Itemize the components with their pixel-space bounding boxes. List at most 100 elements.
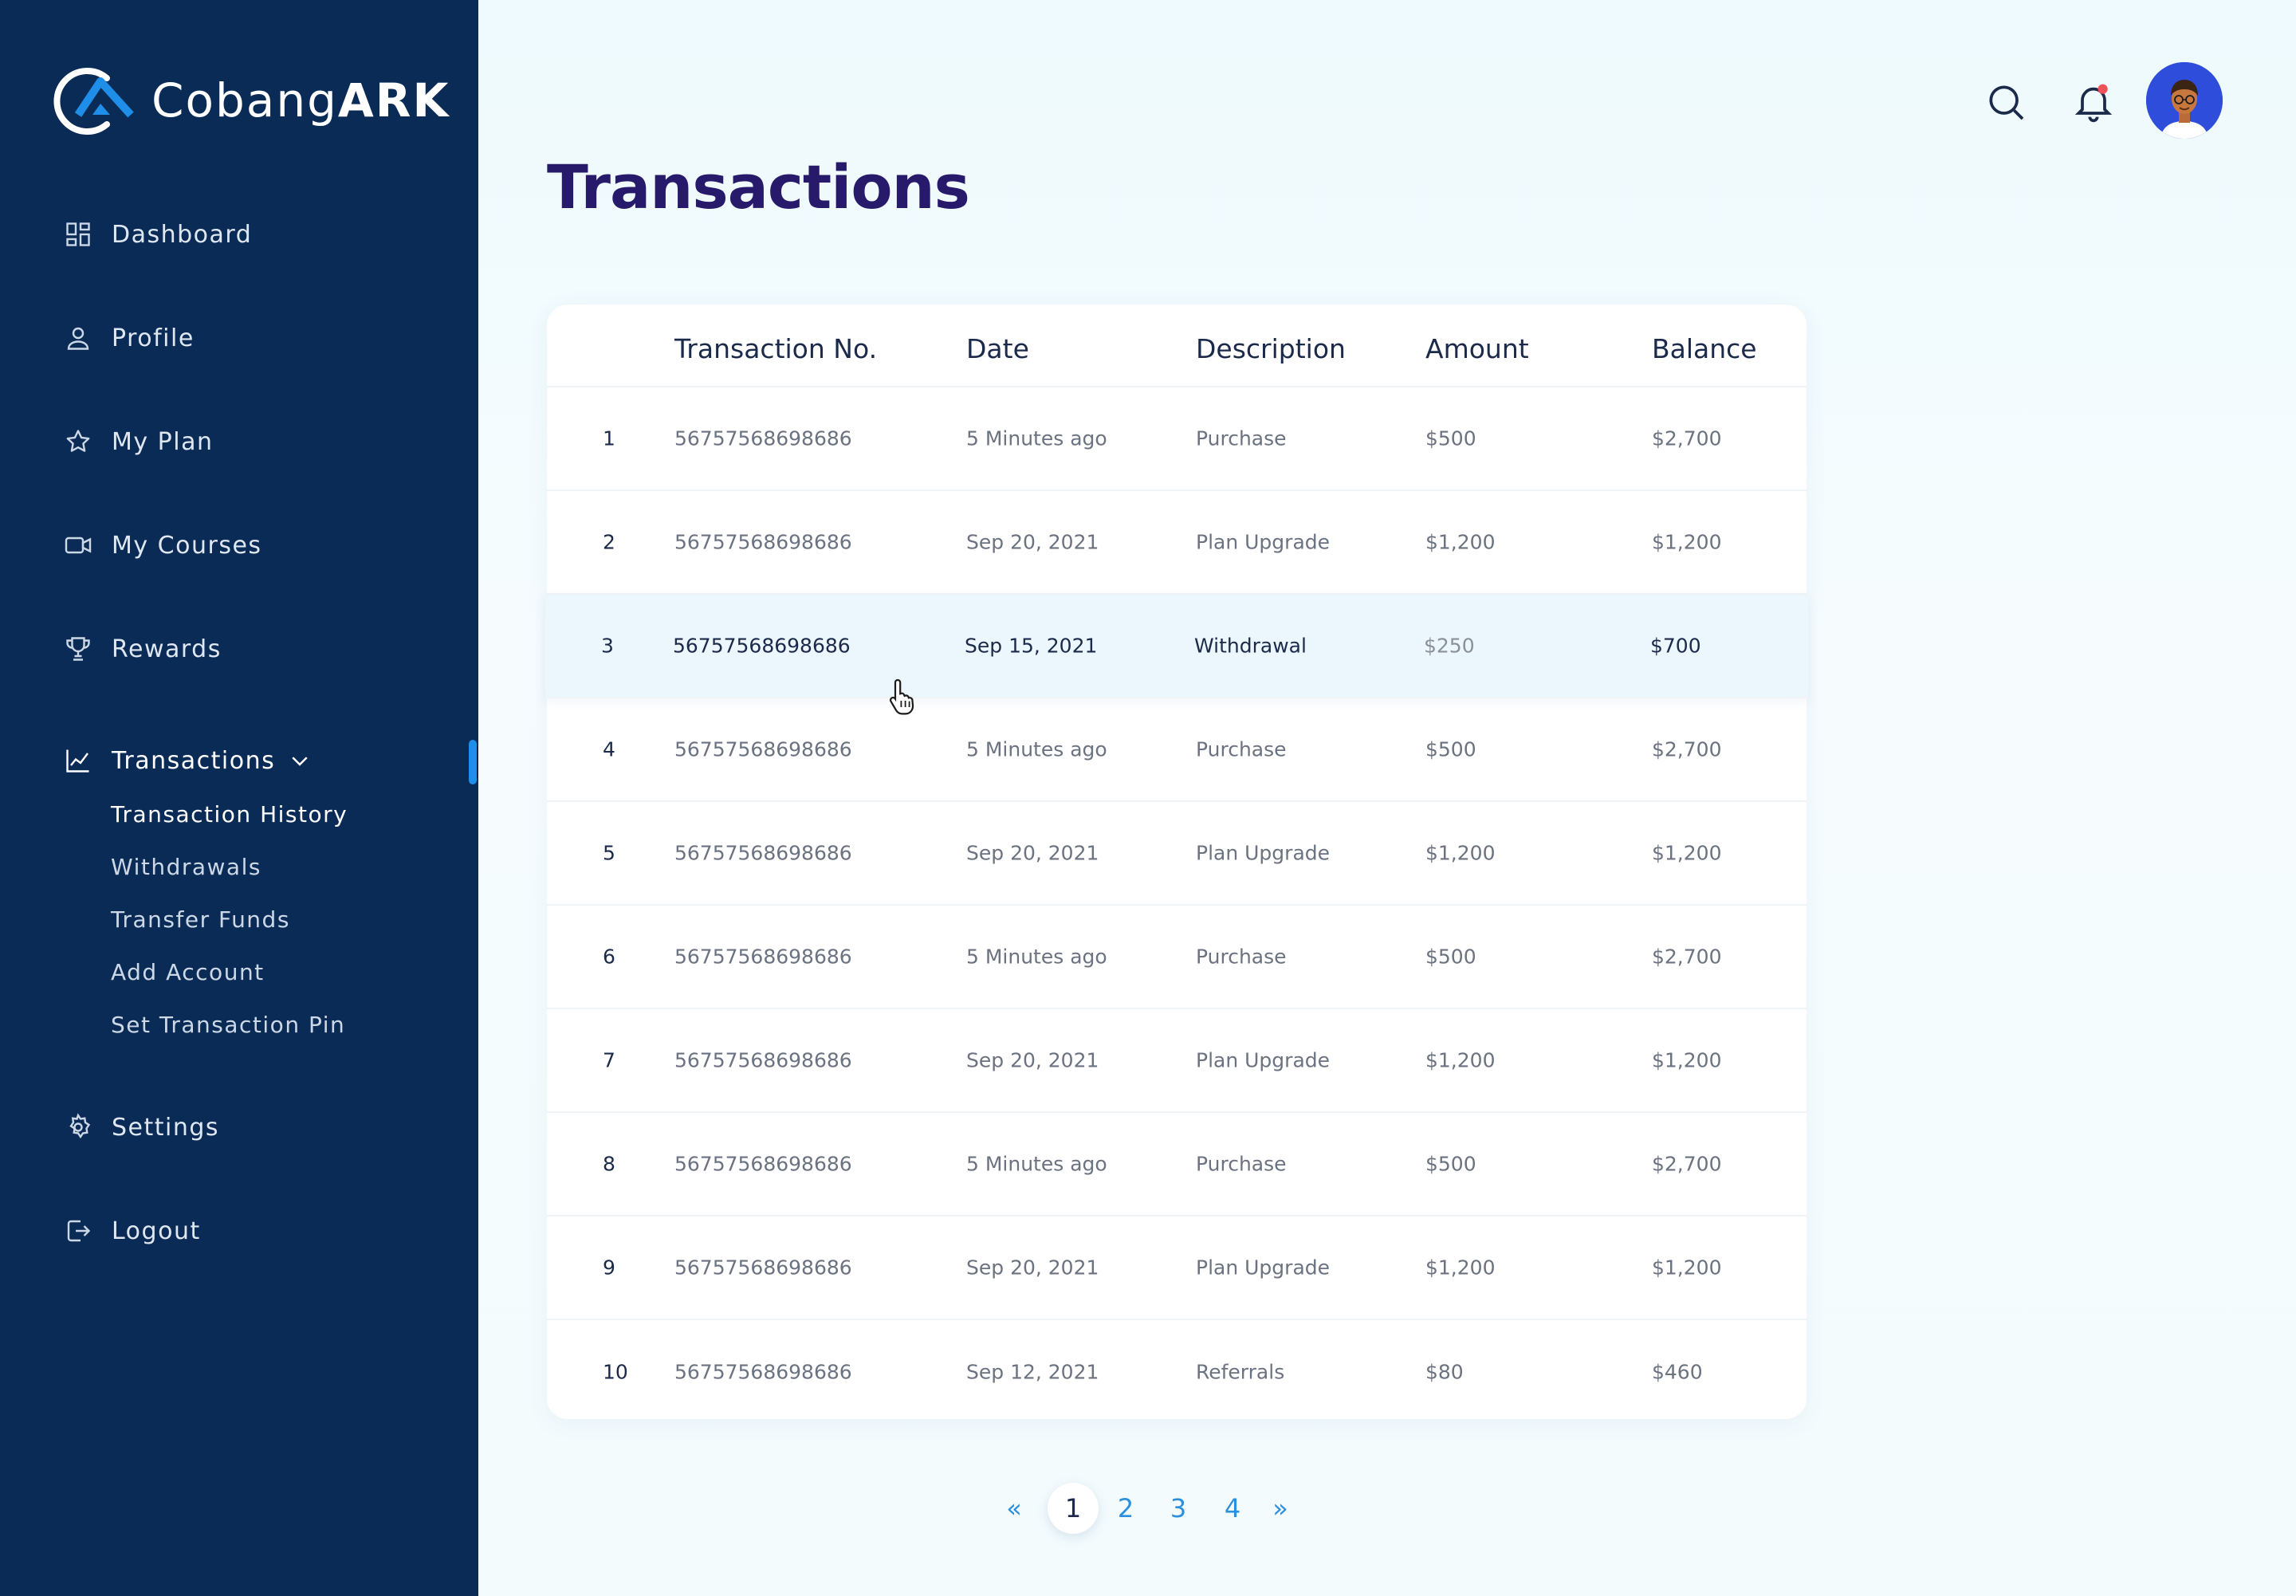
cell-date: Sep 20, 2021 <box>966 1048 1099 1072</box>
transactions-table: Transaction No. Date Description Amount … <box>545 305 1808 1419</box>
cell-amount: $1,200 <box>1425 1256 1496 1280</box>
cell-amount: $1,200 <box>1425 530 1496 554</box>
submenu-set-transaction-pin[interactable]: Set Transaction Pin <box>111 1012 345 1038</box>
cell-balance: $1,200 <box>1652 1048 1722 1072</box>
column-header-transaction-no[interactable]: Transaction No. <box>674 333 877 364</box>
brand-logo[interactable]: CobangARK <box>51 64 450 137</box>
sidebar-item-logout[interactable]: Logout <box>64 1217 201 1245</box>
cell-date: 5 Minutes ago <box>966 1152 1107 1176</box>
cell-balance: $460 <box>1652 1360 1703 1384</box>
avatar[interactable] <box>2146 62 2223 139</box>
sidebar-item-transactions[interactable]: Transactions <box>64 746 312 775</box>
cell-balance: $1,200 <box>1652 1256 1722 1280</box>
cell-date: 5 Minutes ago <box>966 945 1107 969</box>
submenu-transaction-history[interactable]: Transaction History <box>111 801 348 827</box>
cell-transaction-no: 56757568698686 <box>674 1360 852 1384</box>
sidebar-item-profile[interactable]: Profile <box>64 324 195 352</box>
cell-index: 7 <box>603 1048 615 1072</box>
cell-transaction-no: 56757568698686 <box>674 1152 852 1176</box>
table-row[interactable]: 5 56757568698686 Sep 20, 2021 Plan Upgrade $… <box>547 802 1807 906</box>
cell-amount: $250 <box>1424 634 1475 658</box>
cell-amount: $500 <box>1425 427 1476 450</box>
pagination: « 1 2 3 4 » <box>0 1483 2296 1534</box>
column-header-description[interactable]: Description <box>1196 333 1346 364</box>
cell-amount: $500 <box>1425 737 1476 761</box>
submenu-add-account[interactable]: Add Account <box>111 959 265 985</box>
cell-balance: $1,200 <box>1652 841 1722 865</box>
user-icon <box>67 327 89 350</box>
sidebar-item-label: Logout <box>112 1217 201 1245</box>
cell-amount: $1,200 <box>1425 1048 1496 1072</box>
page-1-button[interactable]: 1 <box>1048 1483 1099 1534</box>
table-row[interactable]: 2 56757568698686 Sep 20, 2021 Plan Upgrade $… <box>547 491 1807 595</box>
cell-date: Sep 20, 2021 <box>966 530 1099 554</box>
table-row[interactable]: 4 56757568698686 5 Minutes ago Purchase $500… <box>547 698 1807 802</box>
next-page-button[interactable]: » <box>1255 1483 1306 1534</box>
table-row[interactable]: 8 56757568698686 5 Minutes ago Purchase $500… <box>547 1113 1807 1217</box>
cell-transaction-no: 56757568698686 <box>674 737 852 761</box>
page-3-button[interactable]: 3 <box>1153 1483 1204 1534</box>
active-indicator <box>469 740 477 784</box>
search-icon[interactable] <box>1983 80 2028 124</box>
table-row[interactable]: 3 56757568698686 Sep 15, 2021 Withdrawal $25… <box>545 595 1808 698</box>
cell-balance: $2,700 <box>1652 427 1722 450</box>
column-header-amount[interactable]: Amount <box>1425 333 1529 364</box>
cell-balance: $1,200 <box>1652 530 1722 554</box>
user-avatar-icon <box>2146 62 2223 139</box>
submenu-transfer-funds[interactable]: Transfer Funds <box>111 906 290 933</box>
page-4-button[interactable]: 4 <box>1207 1483 1258 1534</box>
video-icon <box>65 537 92 554</box>
cell-description: Plan Upgrade <box>1196 1256 1331 1280</box>
dashboard-icon <box>66 222 90 246</box>
cell-transaction-no: 56757568698686 <box>674 945 852 969</box>
chart-icon <box>66 749 89 772</box>
cell-balance: $2,700 <box>1652 1152 1722 1176</box>
cell-description: Purchase <box>1196 1152 1287 1176</box>
sidebar-item-rewards[interactable]: Rewards <box>64 635 222 663</box>
sidebar-item-label: Rewards <box>112 635 222 663</box>
cell-index: 10 <box>603 1360 628 1384</box>
sidebar-item-label: Transactions <box>112 746 276 775</box>
notification-dot <box>2097 84 2108 94</box>
cell-date: Sep 15, 2021 <box>965 634 1098 658</box>
table-row[interactable]: 1 56757568698686 5 Minutes ago Purchase $500… <box>547 387 1807 491</box>
cell-index: 3 <box>601 634 614 658</box>
sidebar-item-my-courses[interactable]: My Courses <box>64 531 262 560</box>
gear-icon <box>69 1113 91 1139</box>
cell-date: Sep 12, 2021 <box>966 1360 1099 1384</box>
cell-index: 4 <box>603 737 615 761</box>
table-row[interactable]: 6 56757568698686 5 Minutes ago Purchase $500… <box>547 906 1807 1009</box>
cell-description: Plan Upgrade <box>1196 841 1331 865</box>
cell-transaction-no: 56757568698686 <box>673 634 851 658</box>
cell-description: Purchase <box>1196 737 1287 761</box>
cell-amount: $500 <box>1425 1152 1476 1176</box>
chevron-down-icon <box>292 757 308 766</box>
sidebar-item-dashboard[interactable]: Dashboard <box>64 220 252 249</box>
cell-transaction-no: 56757568698686 <box>674 1256 852 1280</box>
logo-icon <box>53 68 134 135</box>
cell-description: Referrals <box>1196 1360 1285 1384</box>
bell-icon[interactable] <box>2071 80 2116 124</box>
sidebar-item-label: Settings <box>112 1113 220 1142</box>
cell-amount: $1,200 <box>1425 841 1496 865</box>
prev-page-button[interactable]: « <box>989 1483 1040 1534</box>
sidebar-item-settings[interactable]: Settings <box>64 1113 219 1142</box>
table-row[interactable]: 7 56757568698686 Sep 20, 2021 Plan Upgrade $… <box>547 1009 1807 1113</box>
sidebar-item-label: Dashboard <box>112 220 253 249</box>
table-header: Transaction No. Date Description Amount … <box>547 305 1807 387</box>
cell-index: 8 <box>603 1152 615 1176</box>
table-row[interactable]: 10 56757568698686 Sep 12, 2021 Referrals $80… <box>547 1320 1807 1424</box>
table-row[interactable]: 9 56757568698686 Sep 20, 2021 Plan Upgrade $… <box>547 1217 1807 1320</box>
sidebar-item-label: Profile <box>112 324 195 352</box>
submenu-withdrawals[interactable]: Withdrawals <box>111 854 261 880</box>
cell-balance: $2,700 <box>1652 945 1722 969</box>
page-2-button[interactable]: 2 <box>1100 1483 1151 1534</box>
cell-transaction-no: 56757568698686 <box>674 841 852 865</box>
cell-description: Purchase <box>1196 427 1287 450</box>
sidebar-item-my-plan[interactable]: My Plan <box>64 427 214 456</box>
column-header-balance[interactable]: Balance <box>1652 333 1757 364</box>
column-header-date[interactable]: Date <box>966 333 1029 364</box>
cell-description: Purchase <box>1196 945 1287 969</box>
sidebar-item-label: My Courses <box>112 531 262 560</box>
cell-description: Plan Upgrade <box>1196 530 1331 554</box>
